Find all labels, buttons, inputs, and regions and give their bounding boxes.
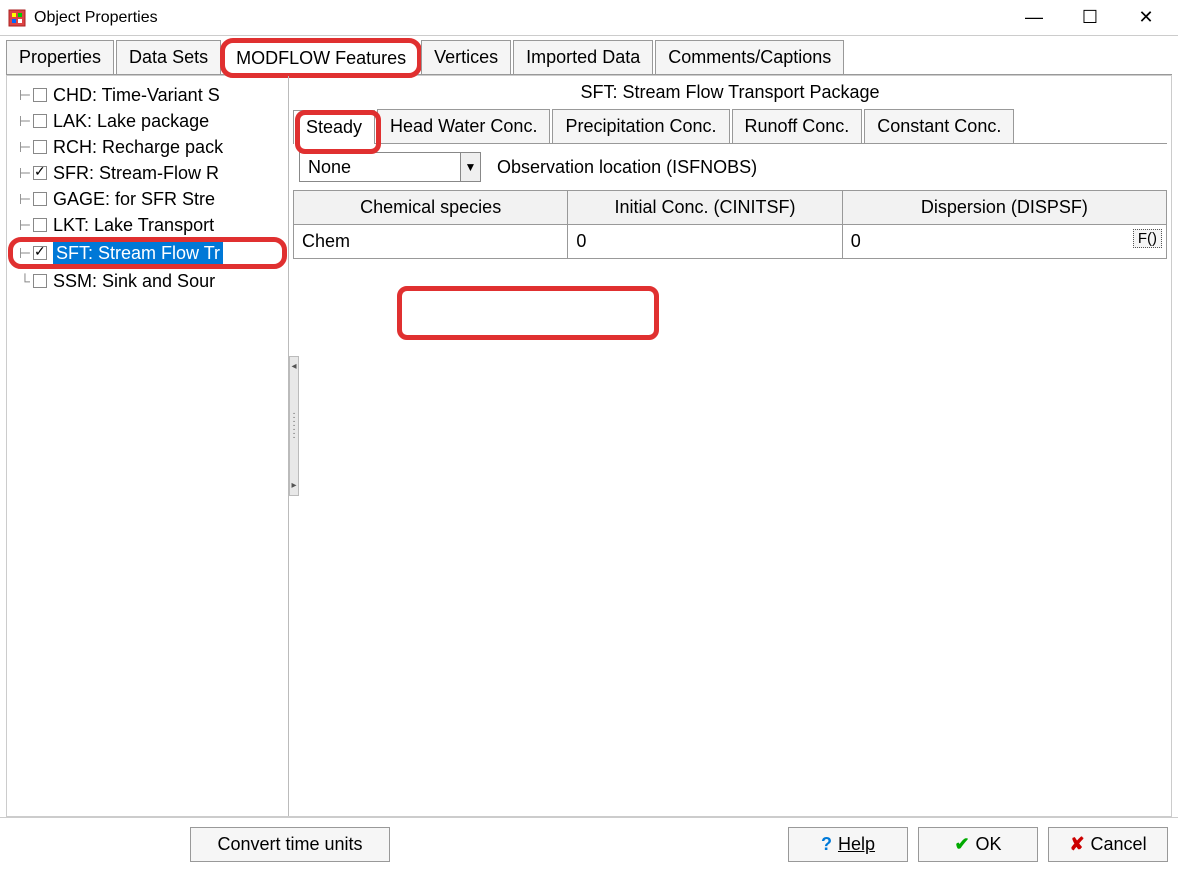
- tab-properties[interactable]: Properties: [6, 40, 114, 74]
- tree-item-chd[interactable]: ⊢ CHD: Time-Variant S: [11, 82, 284, 108]
- observation-row: None ▼ Observation location (ISFNOBS): [289, 144, 1171, 190]
- tree-connector-icon: ⊢: [17, 191, 33, 208]
- table-row: Chem 0 0 F(): [294, 225, 1167, 259]
- tree-connector-icon: ⊢: [17, 113, 33, 130]
- tree-connector-icon: ⊢: [17, 245, 33, 262]
- checkbox-icon[interactable]: [33, 274, 47, 288]
- sub-tabs: Steady Head Water Conc. Precipitation Co…: [293, 109, 1167, 144]
- main-area: ⊢ CHD: Time-Variant S ⊢ LAK: Lake packag…: [6, 75, 1172, 817]
- tab-modflow-features[interactable]: MODFLOW Features: [223, 41, 419, 75]
- col-dispersion: Dispersion (DISPSF): [842, 191, 1166, 225]
- col-initial-conc: Initial Conc. (CINITSF): [568, 191, 842, 225]
- tree-label: SFT: Stream Flow Tr: [53, 242, 223, 265]
- help-button[interactable]: ? Help: [788, 827, 908, 862]
- obs-location-combo[interactable]: None ▼: [299, 152, 481, 182]
- checkbox-icon[interactable]: [33, 192, 47, 206]
- subtab-constant-conc[interactable]: Constant Conc.: [864, 109, 1014, 143]
- tree-item-sft[interactable]: ⊢ SFT: Stream Flow Tr: [11, 240, 284, 266]
- chevron-left-icon: ◂: [291, 361, 296, 372]
- subtab-runoff-conc[interactable]: Runoff Conc.: [732, 109, 863, 143]
- tree-connector-icon: ⊢: [17, 165, 33, 182]
- tree-label: LAK: Lake package: [53, 111, 209, 132]
- checkbox-icon[interactable]: [33, 246, 47, 260]
- convert-time-units-button[interactable]: Convert time units: [190, 827, 390, 862]
- checkbox-icon[interactable]: [33, 88, 47, 102]
- maximize-button[interactable]: ☐: [1074, 7, 1106, 28]
- tree-item-lak[interactable]: ⊢ LAK: Lake package: [11, 108, 284, 134]
- subtab-precipitation-conc[interactable]: Precipitation Conc.: [552, 109, 729, 143]
- ok-button[interactable]: ✔ OK: [918, 827, 1038, 862]
- species-grid: Chemical species Initial Conc. (CINITSF)…: [293, 190, 1167, 259]
- tree-item-rch[interactable]: ⊢ RCH: Recharge pack: [11, 134, 284, 160]
- tree-label: RCH: Recharge pack: [53, 137, 223, 158]
- window-title: Object Properties: [34, 9, 1018, 27]
- cell-dispersion[interactable]: 0 F(): [842, 225, 1166, 259]
- cell-species: Chem: [294, 225, 568, 259]
- obs-location-label: Observation location (ISFNOBS): [497, 157, 757, 178]
- splitter-handle[interactable]: ◂ ······· ▸: [289, 356, 299, 496]
- cell-initial-conc[interactable]: 0: [568, 225, 842, 259]
- panel-title: SFT: Stream Flow Transport Package: [289, 76, 1171, 109]
- col-chemical-species: Chemical species: [294, 191, 568, 225]
- button-label: OK: [976, 834, 1002, 855]
- button-label: Convert time units: [217, 834, 362, 855]
- titlebar: Object Properties — ☐ ✕: [0, 0, 1178, 36]
- cancel-button[interactable]: ✘ Cancel: [1048, 827, 1168, 862]
- tree-label: SSM: Sink and Sour: [53, 271, 215, 292]
- close-button[interactable]: ✕: [1130, 7, 1162, 28]
- tree-connector-icon: └: [17, 273, 33, 289]
- subtab-head-water-conc[interactable]: Head Water Conc.: [377, 109, 550, 143]
- checkbox-icon[interactable]: [33, 166, 47, 180]
- content-panel: ◂ ······· ▸ SFT: Stream Flow Transport P…: [289, 76, 1171, 816]
- subtab-steady[interactable]: Steady: [293, 110, 375, 144]
- tree-connector-icon: ⊢: [17, 217, 33, 234]
- checkbox-icon[interactable]: [33, 140, 47, 154]
- tab-data-sets[interactable]: Data Sets: [116, 40, 221, 74]
- tree-item-lkt[interactable]: ⊢ LKT: Lake Transport: [11, 212, 284, 238]
- tree-item-gage[interactable]: ⊢ GAGE: for SFR Stre: [11, 186, 284, 212]
- grip-dots-icon: ·······: [292, 412, 295, 440]
- cell-dispersion-value: 0: [851, 231, 861, 251]
- help-icon: ?: [821, 834, 832, 855]
- window-buttons: — ☐ ✕: [1018, 7, 1170, 28]
- cancel-icon: ✘: [1069, 834, 1084, 855]
- minimize-button[interactable]: —: [1018, 7, 1050, 28]
- feature-tree: ⊢ CHD: Time-Variant S ⊢ LAK: Lake packag…: [7, 76, 289, 816]
- tree-item-ssm[interactable]: └ SSM: Sink and Sour: [11, 268, 284, 294]
- chevron-right-icon: ▸: [291, 480, 296, 491]
- tree-label: SFR: Stream-Flow R: [53, 163, 219, 184]
- checkbox-icon[interactable]: [33, 114, 47, 128]
- tab-vertices[interactable]: Vertices: [421, 40, 511, 74]
- combo-value: None: [300, 157, 460, 178]
- tab-comments-captions[interactable]: Comments/Captions: [655, 40, 844, 74]
- formula-button[interactable]: F(): [1133, 229, 1162, 248]
- app-icon: [8, 9, 26, 27]
- checkbox-icon[interactable]: [33, 218, 47, 232]
- tree-connector-icon: ⊢: [17, 87, 33, 104]
- tree-label: GAGE: for SFR Stre: [53, 189, 215, 210]
- tree-item-sfr[interactable]: ⊢ SFR: Stream-Flow R: [11, 160, 284, 186]
- chevron-down-icon[interactable]: ▼: [460, 153, 480, 181]
- tree-connector-icon: ⊢: [17, 139, 33, 156]
- footer: Convert time units ? Help ✔ OK ✘ Cancel: [0, 817, 1178, 871]
- tree-label: LKT: Lake Transport: [53, 215, 214, 236]
- button-label: Help: [838, 834, 875, 855]
- highlight-box: [397, 286, 659, 340]
- tree-label: CHD: Time-Variant S: [53, 85, 220, 106]
- tab-imported-data[interactable]: Imported Data: [513, 40, 653, 74]
- check-icon: ✔: [954, 834, 969, 855]
- top-tabs: Properties Data Sets MODFLOW Features Ve…: [6, 40, 1172, 75]
- button-label: Cancel: [1091, 834, 1147, 855]
